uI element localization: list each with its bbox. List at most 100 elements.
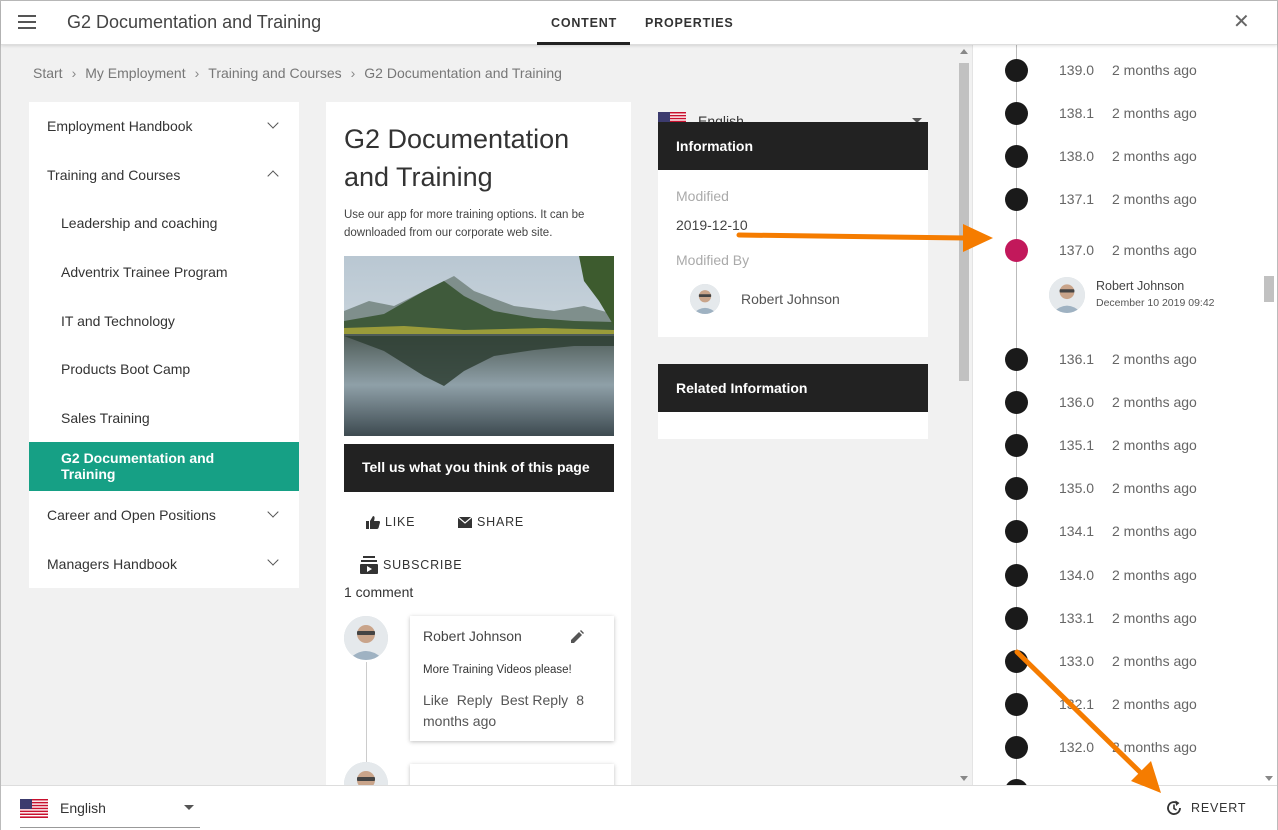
breadcrumb-my-employment[interactable]: My Employment [85,65,185,81]
scrollbar-thumb[interactable] [959,63,969,381]
tab-content[interactable]: CONTENT [551,16,617,30]
scroll-down-arrow-icon[interactable] [960,776,968,781]
version-dot[interactable] [1005,693,1028,716]
breadcrumb-start[interactable]: Start [33,65,63,81]
version-row[interactable]: 134.0 2 months ago [973,560,1261,590]
comment-best-reply-link[interactable]: Best Reply [500,692,568,708]
modified-label: Modified [676,188,729,204]
version-row[interactable]: 139.0 2 months ago [973,55,1261,85]
version-number: 134.0 [1059,567,1095,583]
version-row[interactable]: 132.0 2 months ago [973,732,1261,762]
sidebar-item-g2-documentation[interactable]: G2 Documentation and Training [29,442,299,491]
version-row[interactable]: 136.0 2 months ago [973,387,1261,417]
version-row[interactable]: 135.0 2 months ago [973,473,1261,503]
version-row[interactable]: 136.1 2 months ago [973,344,1261,374]
subscribe-button[interactable]: SUBSCRIBE [360,556,462,574]
share-button[interactable]: SHARE [458,515,524,529]
breadcrumb-separator: › [350,65,356,81]
breadcrumb-training[interactable]: Training and Courses [208,65,341,81]
version-time: 2 months ago [1112,653,1197,669]
version-row[interactable]: 134.1 2 months ago [973,516,1261,546]
version-row[interactable]: 132.1 2 months ago [973,689,1261,719]
feedback-prompt-bar[interactable]: Tell us what you think of this page [344,444,614,492]
version-dot[interactable] [1005,434,1028,457]
intro-text: Use our app for more training options. I… [344,209,585,239]
sidebar-item-sales-training[interactable]: Sales Training [29,394,299,443]
version-row[interactable]: 137.1 2 months ago [973,184,1261,214]
comment-reply-link[interactable]: Reply [457,692,493,708]
sidebar-item-it-technology[interactable]: IT and Technology [29,296,299,345]
scroll-up-arrow-icon[interactable] [960,49,968,54]
version-dot[interactable] [1005,736,1028,759]
scrollbar-thumb[interactable] [1264,276,1274,302]
avatar [344,762,388,785]
sidebar-item-employment-handbook[interactable]: Employment Handbook [29,102,299,151]
page-title: G2 Documentation and Training [344,124,570,192]
dropdown-caret-icon [184,805,194,810]
version-dot[interactable] [1005,348,1028,371]
version-dot[interactable] [1005,188,1028,211]
version-dot[interactable] [1005,145,1028,168]
version-number: 135.0 [1059,480,1095,496]
version-row[interactable]: 133.0 2 months ago [973,646,1261,676]
sidebar-item-label: Career and Open Positions [47,507,216,524]
sidebar-item-leadership[interactable]: Leadership and coaching [29,199,299,248]
content-scrollbar[interactable] [956,45,972,785]
version-number: 137.1 [1059,191,1095,207]
version-dot[interactable] [1005,520,1028,543]
version-dot[interactable] [1005,650,1028,673]
version-row[interactable]: 138.0 2 months ago [973,141,1261,171]
history-icon [1167,800,1181,815]
version-dot[interactable] [1005,102,1028,125]
chevron-up-icon [267,169,279,182]
bottom-language-select[interactable]: English [20,797,200,828]
version-time: 2 months ago [1112,610,1197,626]
version-dot[interactable] [1005,564,1028,587]
thumbs-up-icon [366,515,380,529]
sidebar-item-label: G2 Documentation and Training [61,450,215,483]
version-dot[interactable] [1005,477,1028,500]
active-tab-indicator [537,42,630,45]
version-row[interactable]: 138.1 2 months ago [973,98,1261,128]
revert-button[interactable]: REVERT [1165,799,1246,817]
version-row[interactable]: 135.1 2 months ago [973,430,1261,460]
sidebar-item-label: IT and Technology [61,312,175,329]
version-date: December 10 2019 09:42 [1096,297,1215,309]
scroll-down-arrow-icon[interactable] [1265,776,1273,781]
comment-like-link[interactable]: Like [423,692,449,708]
version-row[interactable]: 137.0 2 months ago [973,235,1261,265]
like-button[interactable]: LIKE [366,515,415,529]
version-time: 2 months ago [1112,437,1197,453]
version-time: 2 months ago [1112,351,1197,367]
close-icon[interactable]: ✕ [1233,12,1250,32]
sidebar-item-label: Adventrix Trainee Program [61,264,228,281]
sidebar-item-adventrix[interactable]: Adventrix Trainee Program [29,248,299,297]
edit-pencil-icon[interactable] [570,630,584,644]
version-time: 2 months ago [1112,696,1197,712]
sidebar-item-label: Leadership and coaching [61,215,218,232]
version-dot[interactable] [1005,59,1028,82]
history-scrollbar[interactable] [1261,45,1277,785]
version-time: 2 months ago [1112,191,1197,207]
version-number: 134.1 [1059,523,1095,539]
version-time: 2 months ago [1112,523,1197,539]
version-number: 138.0 [1059,148,1095,164]
selected-version-dot[interactable] [1005,239,1028,262]
reply-input-card[interactable] [410,764,614,785]
version-dot[interactable] [1005,391,1028,414]
avatar [1049,277,1085,313]
version-time: 2 months ago [1112,394,1197,410]
sidebar-item-career[interactable]: Career and Open Positions [29,491,299,540]
version-author: Robert Johnson [1096,279,1185,293]
tab-properties[interactable]: PROPERTIES [645,16,734,30]
sidebar-item-products-boot-camp[interactable]: Products Boot Camp [29,345,299,394]
sidebar-item-label: Managers Handbook [47,555,177,572]
sidebar-item-training-and-courses[interactable]: Training and Courses [29,151,299,200]
menu-icon[interactable] [18,15,36,29]
version-row[interactable]: 131.12 months ago [973,775,1261,785]
sidebar-item-managers-handbook[interactable]: Managers Handbook [29,539,299,588]
version-dot[interactable] [1005,607,1028,630]
like-label: LIKE [385,515,416,529]
version-row[interactable]: 133.1 2 months ago [973,603,1261,633]
sidebar-item-label: Employment Handbook [47,118,193,135]
